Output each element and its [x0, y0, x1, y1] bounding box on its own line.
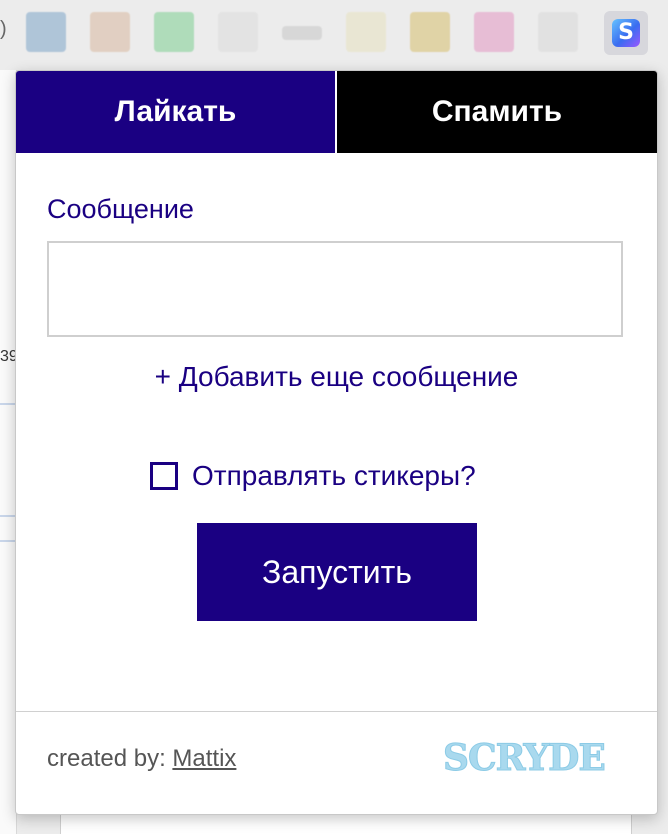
toolbar-edge-glyph: ) — [0, 18, 7, 40]
extension-icon[interactable] — [282, 26, 322, 40]
background-divider — [0, 540, 16, 542]
background-panel — [60, 812, 632, 834]
browser-toolbar: ) S — [0, 0, 668, 70]
message-label: Сообщение — [47, 194, 194, 224]
tab-spam[interactable]: Спамить — [337, 71, 657, 153]
extension-icon[interactable] — [538, 12, 578, 52]
footer-divider — [16, 711, 657, 712]
stickers-option[interactable]: Отправлять стикеры? — [150, 456, 476, 496]
tab-like[interactable]: Лайкать — [16, 71, 335, 153]
extension-icon[interactable] — [474, 12, 514, 52]
footer-credits: created by: Mattix — [47, 745, 236, 773]
extension-popup: Лайкать Спамить Сообщение + Добавить еще… — [15, 70, 658, 815]
background-divider — [0, 403, 16, 405]
extension-icon[interactable] — [154, 12, 194, 52]
stickers-checkbox[interactable] — [150, 462, 178, 490]
extension-icon[interactable] — [218, 12, 258, 52]
author-link[interactable]: Mattix — [172, 745, 236, 772]
scryde-extension-icon: S — [612, 19, 640, 47]
run-button[interactable]: Запустить — [197, 523, 477, 621]
add-message-link[interactable]: + Добавить еще сообщение — [16, 361, 657, 393]
extension-icon[interactable] — [26, 12, 66, 52]
scryde-extension-button[interactable]: S — [604, 11, 648, 55]
extension-icon[interactable] — [346, 12, 386, 52]
scryde-logo[interactable]: SCRYDE — [443, 737, 607, 780]
background-divider — [0, 515, 16, 517]
extension-icon[interactable] — [90, 12, 130, 52]
created-by-label: created by: — [47, 745, 166, 772]
mode-tabs: Лайкать Спамить — [16, 71, 657, 153]
extension-icon[interactable] — [410, 12, 450, 52]
stickers-label: Отправлять стикеры? — [192, 460, 476, 491]
message-input[interactable] — [47, 241, 623, 337]
